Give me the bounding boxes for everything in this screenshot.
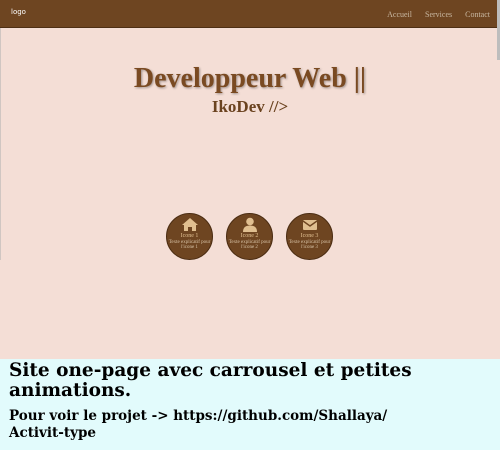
feature-title: Icone 1 bbox=[180, 233, 199, 239]
feature-text-2: l'icone 3 bbox=[301, 245, 318, 250]
navbar: logo Accueil Services Contact bbox=[0, 0, 500, 28]
caption-text: Pour voir le projet -> https://github.co… bbox=[9, 408, 388, 441]
nav-links: Accueil Services Contact bbox=[387, 10, 490, 19]
user-icon bbox=[241, 217, 259, 232]
website-preview: logo Accueil Services Contact Developpeu… bbox=[0, 0, 500, 359]
feature-card-1[interactable]: Icone 1 Texte explicatif pour l'icone 1 bbox=[166, 213, 213, 260]
feature-title: Icone 2 bbox=[240, 233, 259, 239]
caption-panel: Site one-page avec carrousel et petites … bbox=[0, 359, 500, 450]
home-icon bbox=[181, 217, 199, 232]
features-row: Icone 1 Texte explicatif pour l'icone 1 … bbox=[166, 213, 333, 260]
feature-text-2: l'icone 1 bbox=[181, 245, 198, 250]
hero-title: Developpeur Web || bbox=[133, 63, 367, 94]
caption-title: Site one-page avec carrousel et petites … bbox=[9, 360, 412, 401]
nav-link-contact[interactable]: Contact bbox=[465, 10, 490, 19]
feature-text-2: l'icone 2 bbox=[241, 245, 258, 250]
feature-card-3[interactable]: Icone 3 Texte explicatif pour l'icone 3 bbox=[286, 213, 333, 260]
page: logo Accueil Services Contact Developpeu… bbox=[0, 0, 500, 450]
logo[interactable]: logo bbox=[11, 8, 26, 16]
feature-card-2[interactable]: Icone 2 Texte explicatif pour l'icone 2 bbox=[226, 213, 273, 260]
hero-subtitle: IkoDev //> bbox=[211, 97, 289, 116]
feature-title: Icone 3 bbox=[300, 233, 319, 239]
nav-link-services[interactable]: Services bbox=[425, 10, 452, 19]
nav-link-accueil[interactable]: Accueil bbox=[387, 10, 412, 19]
mail-icon bbox=[301, 217, 319, 232]
